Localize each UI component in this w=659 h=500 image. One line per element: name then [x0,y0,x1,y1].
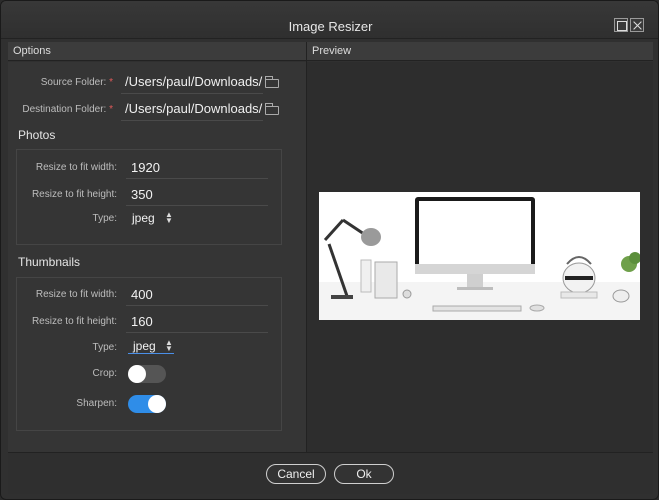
required-mark: * [109,104,113,115]
photos-height-input[interactable]: 350 [131,187,153,202]
type-select-focus-line [128,353,174,354]
crop-label: Crop: [92,368,117,379]
ok-button[interactable]: Ok [334,464,394,484]
destination-folder-label: Destination Folder: * [17,104,113,115]
thumbnails-width-underline [126,305,268,306]
photos-width-underline [126,178,268,179]
thumbnails-type-select[interactable]: jpeg [133,339,156,353]
sharpen-toggle[interactable] [128,395,166,413]
destination-folder-underline [121,120,263,121]
toggle-knob [128,365,146,383]
select-arrows-icon[interactable]: ▲ ▼ [165,339,173,353]
source-folder-underline [121,93,263,94]
sharpen-label: Sharpen: [76,398,117,409]
photos-width-label: Resize to fit width: [35,162,117,173]
thumbnails-width-label: Resize to fit width: [35,289,117,300]
thumbnails-title: Thumbnails [18,255,81,269]
destination-folder-field[interactable]: /Users/paul/Downloads/ [125,101,262,116]
thumbnails-type-label: Type: [92,342,117,353]
photos-height-label: Resize to fit height: [31,189,117,200]
thumbnails-width-input[interactable]: 400 [131,287,153,302]
folder-open-icon[interactable] [265,76,279,88]
cancel-button[interactable]: Cancel [266,464,326,484]
crop-toggle[interactable] [128,365,166,383]
preview-image [319,192,640,320]
dialog-footer [8,452,653,494]
source-folder-field[interactable]: /Users/paul/Downloads/ [125,74,262,89]
maximize-icon[interactable] [614,18,628,32]
thumbnails-height-input[interactable]: 160 [131,314,153,329]
thumbnails-height-underline [126,332,268,333]
thumbnails-height-label: Resize to fit height: [31,316,117,327]
select-arrows-icon[interactable]: ▲ ▼ [165,211,173,225]
source-folder-label: Source Folder: * [17,77,113,88]
options-title: Options [13,45,51,57]
photos-width-input[interactable]: 1920 [131,160,160,175]
close-icon[interactable] [630,18,644,32]
destination-folder-label-text: Destination Folder: [22,104,107,115]
options-panel-header: Options [8,42,306,61]
source-folder-label-text: Source Folder: [40,77,107,88]
preview-panel-header: Preview [307,42,653,61]
preview-title: Preview [312,45,352,57]
toggle-knob [148,395,166,413]
photos-type-label: Type: [92,213,117,224]
folder-open-icon[interactable] [265,103,279,115]
required-mark: * [109,77,113,88]
photos-title: Photos [18,128,56,142]
photos-height-underline [126,205,268,206]
image-resizer-window: Image Resizer Options Preview Source Fol… [0,0,659,500]
photos-type-select[interactable]: jpeg [132,211,155,225]
title-bar[interactable]: Image Resizer [1,1,658,39]
desk-setup-illustration [319,192,640,320]
window-title: Image Resizer [288,19,373,34]
